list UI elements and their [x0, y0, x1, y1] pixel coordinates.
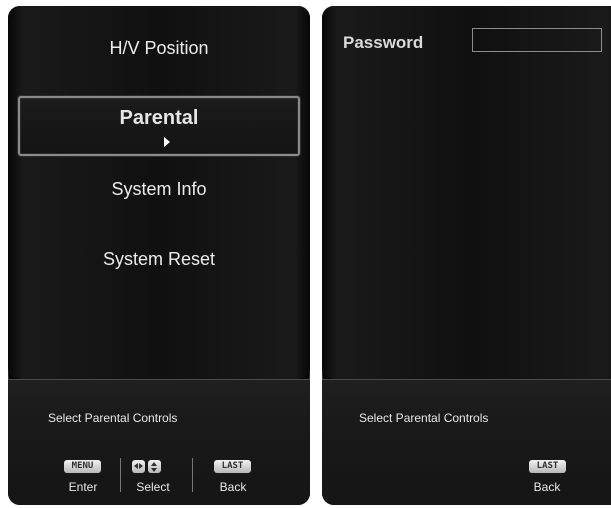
menu-item-parental-label: Parental: [119, 107, 199, 129]
menu-item-parental-selected[interactable]: Parental: [18, 96, 300, 156]
menu-item-system-info[interactable]: System Info: [8, 179, 310, 200]
menu-list: H/V Position Parental System Info System…: [8, 6, 310, 379]
key-separator: [120, 458, 121, 492]
menu-key-icon: MENU: [64, 460, 101, 473]
last-key-icon: LAST: [214, 460, 251, 473]
select-hint: Select: [136, 480, 170, 494]
menu-item-system-reset[interactable]: System Reset: [8, 249, 310, 270]
key-separator: [192, 458, 193, 492]
last-key-icon: LAST: [529, 460, 566, 473]
enter-hint: Enter: [68, 480, 98, 494]
left-right-arrow-icon: [132, 460, 145, 473]
status-text: Select Parental Controls: [48, 411, 178, 425]
up-down-arrow-icon: [148, 460, 161, 473]
divider: [8, 379, 310, 380]
divider: [322, 379, 611, 380]
parental-menu-panel: H/V Position Parental System Info System…: [8, 6, 310, 505]
password-input[interactable]: [472, 28, 602, 52]
password-label: Password: [343, 33, 424, 52]
menu-item-hv-position[interactable]: H/V Position: [8, 38, 310, 59]
status-text: Select Parental Controls: [359, 411, 489, 425]
back-hint: Back: [219, 480, 247, 494]
password-area: Password: [322, 6, 611, 379]
password-panel: Password Select Parental Controls LAST B…: [322, 6, 611, 505]
right-triangle-icon: [164, 137, 170, 147]
back-hint: Back: [533, 480, 561, 494]
